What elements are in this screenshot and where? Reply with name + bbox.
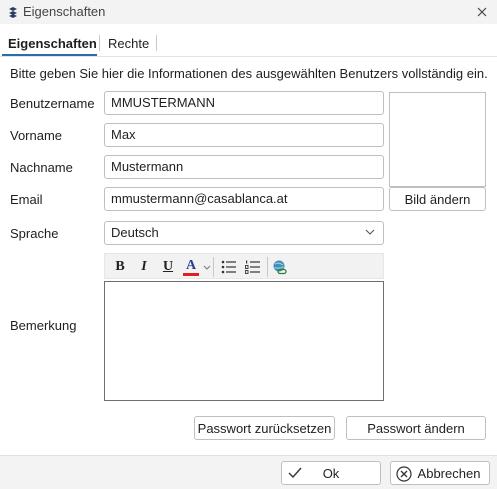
close-icon[interactable] <box>477 7 487 17</box>
cancel-label: Abbrechen <box>417 465 481 481</box>
toolbar-separator <box>267 257 268 277</box>
editor-toolbar: B I U A <box>104 253 384 279</box>
sprache-select[interactable]: Deutsch <box>104 221 384 245</box>
sprache-label: Sprache <box>10 226 59 241</box>
ok-label: Ok <box>322 465 340 481</box>
insert-link-icon[interactable] <box>270 257 290 277</box>
reset-password-label: Passwort zurücksetzen <box>197 420 332 436</box>
numbered-list-icon[interactable] <box>243 257 263 277</box>
user-image <box>389 92 486 187</box>
bullet-list-icon[interactable] <box>219 257 239 277</box>
email-input[interactable]: mmustermann@casablanca.at <box>104 187 384 211</box>
change-image-label: Bild ändern <box>404 191 471 207</box>
checkmark-icon <box>288 467 302 479</box>
font-color-swatch <box>183 272 199 276</box>
underline-icon[interactable]: U <box>159 257 177 277</box>
font-color-dropdown[interactable] <box>202 257 212 277</box>
nachname-input[interactable]: Mustermann <box>104 155 384 179</box>
cancel-button[interactable]: Abbrechen <box>390 461 490 485</box>
reset-password-button[interactable]: Passwort zurücksetzen <box>194 416 335 440</box>
tab-divider <box>0 56 497 57</box>
tab-bar: Eigenschaften Rechte <box>0 33 497 57</box>
close-button[interactable] <box>467 0 497 24</box>
bemerkung-label: Bemerkung <box>10 318 77 333</box>
chevron-down-icon[interactable] <box>365 229 375 235</box>
intro-text: Bitte geben Sie hier die Informationen d… <box>10 66 488 81</box>
title-bar: Eigenschaften <box>0 0 497 24</box>
change-password-label: Passwort ändern <box>367 420 465 436</box>
font-color-glyph: A <box>185 257 197 273</box>
italic-icon[interactable]: I <box>135 257 153 277</box>
app-icon <box>9 7 17 18</box>
bemerkung-editor[interactable] <box>104 281 384 401</box>
ok-button[interactable]: Ok <box>281 461 381 485</box>
tab-rechte[interactable]: Rechte <box>108 36 149 51</box>
vorname-label: Vorname <box>10 128 63 143</box>
benutzername-label: Benutzername <box>10 96 95 111</box>
email-label: Email <box>10 192 43 207</box>
chevron-down-icon[interactable] <box>203 265 211 270</box>
sprache-value: Deutsch <box>111 225 159 240</box>
nachname-label: Nachname <box>10 160 73 175</box>
cancel-icon <box>396 466 412 482</box>
window-title: Eigenschaften <box>23 4 106 19</box>
tab-eigenschaften[interactable]: Eigenschaften <box>8 36 97 51</box>
vorname-input[interactable]: Max <box>104 123 384 147</box>
tab-separator <box>156 35 157 51</box>
bold-icon[interactable]: B <box>111 257 129 277</box>
benutzername-input[interactable]: MMUSTERMANN <box>104 91 384 115</box>
font-color-icon[interactable]: A <box>181 257 201 277</box>
toolbar-separator <box>213 257 214 277</box>
change-password-button[interactable]: Passwort ändern <box>346 416 486 440</box>
change-image-button[interactable]: Bild ändern <box>389 187 486 211</box>
tab-separator <box>99 35 100 51</box>
